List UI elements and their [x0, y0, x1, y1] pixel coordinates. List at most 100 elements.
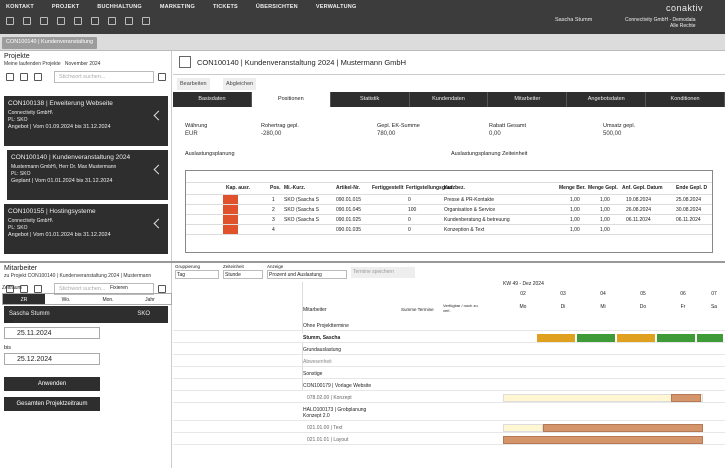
- field-waehrung: Währung EUR: [185, 123, 208, 137]
- menu-verwaltung[interactable]: VERWALTUNG: [316, 4, 357, 10]
- menu-tickets[interactable]: TICKETS: [213, 4, 238, 10]
- week-label: KW 49 - Dez 2024: [503, 281, 544, 287]
- table-row[interactable]: 3 SKO (Sascha S 090.01.025 0 Kundenberatung …: [186, 215, 712, 225]
- project-lead: PL: SKO: [8, 117, 28, 123]
- project-status: Angebot: [8, 124, 29, 130]
- unit-select[interactable]: Stunde: [223, 270, 263, 279]
- from-label: von: [4, 319, 13, 325]
- sync-button[interactable]: Abgleichen: [223, 78, 257, 90]
- sort-icon[interactable]: [158, 285, 166, 293]
- user-icon[interactable]: [142, 17, 150, 25]
- to-date-input[interactable]: 25.12.2024: [4, 353, 100, 365]
- filter-label: Meine laufenden Projekte: [4, 61, 61, 67]
- staff-project-ref: zu Projekt CON100140 | Kundenveranstaltu…: [4, 273, 152, 279]
- planning-row[interactable]: 078.02.00 | Konzept: [173, 393, 725, 403]
- edit-button[interactable]: Bearbeiten: [177, 78, 210, 90]
- projects-toolbar: Stichwort suchen...: [0, 70, 171, 84]
- tab-basisdaten[interactable]: Basisdaten: [173, 92, 252, 107]
- display-select[interactable]: Prozent und Auslastung: [267, 270, 347, 279]
- project-card[interactable]: CON100140 | Kundenveranstaltung 2024 Mus…: [4, 150, 168, 200]
- planning-row[interactable]: Ohne Projekttermine: [173, 321, 725, 331]
- planning-row[interactable]: 021.01.00 | Text: [173, 423, 725, 433]
- project-card[interactable]: CON100138 | Erweiterung Webseite Connect…: [4, 96, 168, 146]
- tab-month[interactable]: Mon.: [87, 294, 129, 304]
- period-label: Zeitraum: [2, 285, 22, 291]
- folder-icon[interactable]: [108, 17, 116, 25]
- tab-year[interactable]: Jahr: [129, 294, 171, 304]
- table-row[interactable]: 2 SKO (Sascha S 090.01.045 100 Organisation …: [186, 205, 712, 215]
- table-row[interactable]: 1 SKO (Sascha S 090.01.015 0 Presse & PR-Kon…: [186, 195, 712, 205]
- field-umsatz: Umsatz gepl. 500,00: [603, 123, 636, 137]
- project-title: CON100155 | Hostingsysteme: [8, 208, 96, 215]
- menu-projekt[interactable]: PROJEKT: [52, 4, 79, 10]
- save-appointments-button[interactable]: Termine speichern: [351, 267, 415, 278]
- group-label: Gruppierung: [175, 264, 201, 269]
- table-row[interactable]: 4 090.01.035 0 Konzeption & Text 1,00 1,00: [186, 225, 712, 235]
- chart-icon[interactable]: [125, 17, 133, 25]
- project-status: Geplant: [11, 178, 31, 184]
- project-detail: CON100140 | Kundenveranstaltung 2024 | M…: [173, 51, 725, 261]
- bookmark-icon[interactable]: [57, 17, 65, 25]
- user-name[interactable]: Sascha Stumm: [555, 17, 592, 23]
- company-info: Connectivity GmbH - Demodata Alle Rechte: [625, 17, 696, 29]
- sort-icon[interactable]: [158, 73, 166, 81]
- menu-buchhaltung[interactable]: BUCHHALTUNG: [97, 4, 142, 10]
- field-rabatt: Rabatt Gesamt 0,00: [489, 123, 526, 137]
- project-logo-icon: [179, 56, 191, 68]
- star-icon[interactable]: [34, 73, 42, 81]
- project-card[interactable]: CON100155 | Hostingsysteme Connectivity …: [4, 204, 168, 254]
- tab-zr[interactable]: ZR: [3, 294, 45, 304]
- table-header: Kap. ausr. Pos. Mi.-Kurz. Artikel-Nr. Fertig…: [186, 183, 712, 195]
- apply-button[interactable]: Anwenden: [4, 377, 100, 391]
- calendar-icon[interactable]: [20, 73, 28, 81]
- tab-angebotsdaten[interactable]: Angebotsdaten: [567, 92, 647, 107]
- people-icon[interactable]: [23, 17, 31, 25]
- mail-icon[interactable]: [74, 17, 82, 25]
- staff-code: SKO: [137, 311, 150, 317]
- menu-uebersichten[interactable]: ÜBERSICHTEN: [256, 4, 298, 10]
- month-label: November 2024: [64, 61, 101, 67]
- document-tab[interactable]: CON100140 | Kundenveranstaltung: [2, 37, 98, 49]
- planning-row[interactable]: Grundauslastung: [173, 345, 725, 355]
- project-dates: Vom 01.01.2024 bis 31.12.2024: [33, 232, 111, 238]
- planning-row[interactable]: Stumm, Sascha: [173, 333, 725, 343]
- total-period-button[interactable]: Gesamten Projektzeitraum: [4, 397, 100, 411]
- project-title: CON100138 | Erweiterung Webseite: [8, 100, 113, 107]
- list-icon[interactable]: [91, 17, 99, 25]
- bottom-section: Mitarbeiter zu Projekt CON100140 | Kunde…: [0, 261, 725, 468]
- table-toolbar: [186, 171, 712, 183]
- detail-tabs: Basisdaten Positionen Statistik Kundenda…: [173, 92, 725, 107]
- planning-row[interactable]: Abwesenheit: [173, 357, 725, 367]
- document-tabbar: CON100140 | Kundenveranstaltung: [0, 34, 725, 51]
- planning-row[interactable]: 021.01.01 | Layout: [173, 435, 725, 445]
- project-client: Mustermann GmbH\, Herr Dr. Max Musterman…: [11, 164, 117, 170]
- filter-icon[interactable]: [6, 73, 14, 81]
- projects-search-input[interactable]: Stichwort suchen...: [54, 71, 154, 83]
- to-label: bis: [4, 345, 12, 351]
- top-navigation: KONTAKT PROJEKT BUCHHALTUNG MARKETING TI…: [0, 0, 725, 34]
- staff-card[interactable]: Sascha Stumm SKO: [4, 306, 168, 323]
- from-date-input[interactable]: 25.11.2024: [4, 327, 100, 339]
- fix-checkbox[interactable]: Fixieren: [110, 285, 128, 291]
- tab-konditionen[interactable]: Konditionen: [646, 92, 725, 107]
- group-select[interactable]: Tag: [175, 270, 219, 279]
- projects-title: Projekte: [4, 53, 30, 60]
- star-icon[interactable]: [34, 285, 42, 293]
- document-icon[interactable]: [40, 17, 48, 25]
- tab-positionen[interactable]: Positionen: [251, 92, 331, 107]
- tab-statistik[interactable]: Statistik: [331, 92, 410, 107]
- project-dates: Vom 01.01.2024 bis 31.12.2024: [34, 178, 113, 184]
- project-client: Connectivity GmbH\: [8, 110, 53, 116]
- project-lead: PL: SKO: [8, 225, 28, 231]
- planning-row[interactable]: CON100179 | Vorlage Website: [173, 381, 725, 391]
- menu-kontakt[interactable]: KONTAKT: [6, 4, 34, 10]
- project-client: Connectivity GmbH\: [8, 218, 53, 224]
- menu-marketing[interactable]: MARKETING: [160, 4, 195, 10]
- tab-kundendaten[interactable]: Kundendaten: [410, 92, 489, 107]
- home-icon[interactable]: [6, 17, 14, 25]
- tab-week[interactable]: Wo.: [45, 294, 87, 304]
- sum-col-header: Summe Termine: [401, 307, 434, 312]
- planning-row[interactable]: HALO100173 | Grobplanung Konzept 2.0: [173, 405, 725, 421]
- planning-row[interactable]: Sonstige: [173, 369, 725, 379]
- tab-mitarbeiter[interactable]: Mitarbeiter: [488, 92, 568, 107]
